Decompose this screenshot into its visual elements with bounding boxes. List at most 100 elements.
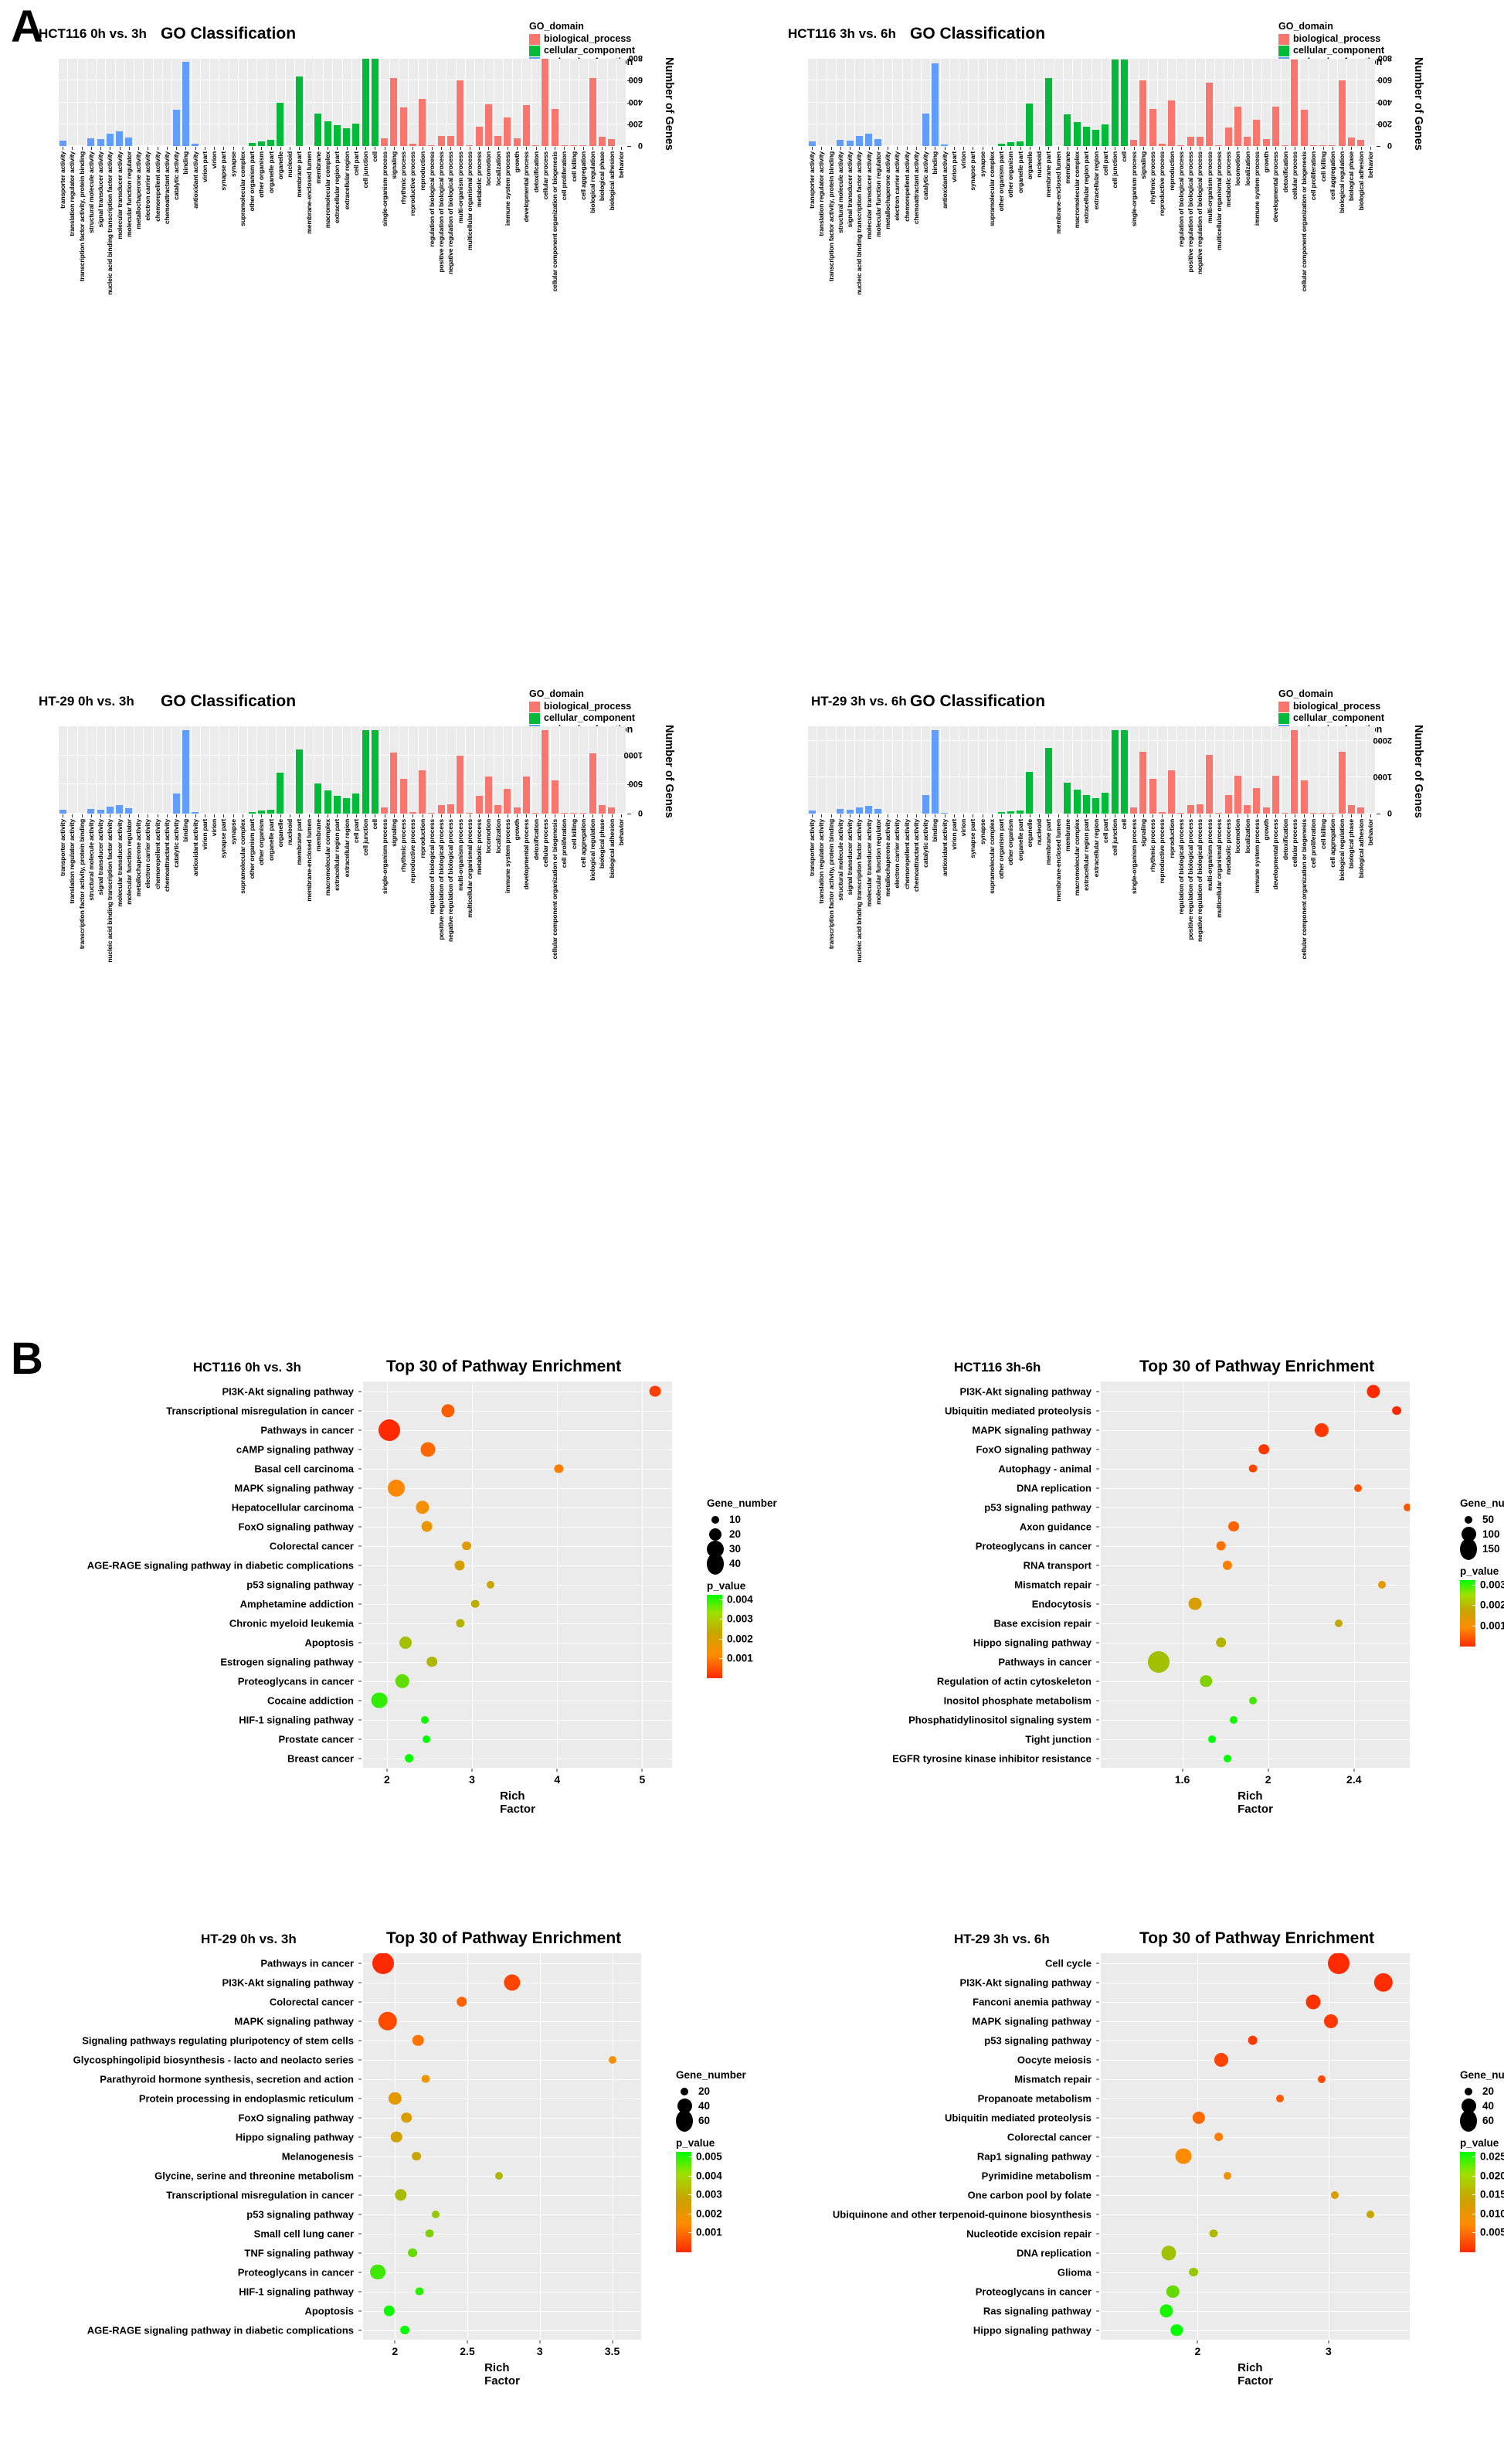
gridline [256,726,258,814]
pathway-xtick-label: 2 [1265,1773,1271,1786]
go-bar [579,813,587,814]
tick-mark [1162,147,1163,150]
pathway-xtick-label: 2 [1194,2345,1201,2357]
tick-mark [1322,814,1324,817]
go-bar [1168,770,1176,814]
tick-mark [358,1391,362,1392]
go-ytick-label: 2000 [1373,735,1392,745]
go-xtick-label: other organism part [997,151,1006,212]
go-xtick-label: rhythmic process [1149,819,1157,872]
tick-mark [991,814,993,817]
go-bar [428,145,436,146]
go-legend-item-label: biological_process [544,700,632,712]
go-xtick-label: macromolecular complex [1073,819,1081,896]
go-bar [1329,813,1336,814]
pathway-dot [1215,1636,1227,1648]
go-xtick-label: transcription factor activity, protein b… [827,819,835,950]
go-xtick-label: biological adhesion [607,819,616,879]
tick-mark [1377,146,1380,147]
go-xtick-label: single-organism process [380,819,389,895]
tick-mark [878,814,879,817]
color-legend-bar: 0.005 0.004 0.003 0.002 0.001 [676,2151,746,2252]
size-legend-label: 30 [729,1543,742,1555]
pathway-ytick-label: Glioma [1057,2266,1092,2278]
go-bar [1168,100,1176,146]
go-xtick-label: immune system process [1252,151,1261,226]
gridline [379,59,381,146]
go-bar [1244,804,1251,814]
pathway-xtick-label: 4 [554,1773,561,1786]
go-legend-item-label: biological_process [544,32,632,44]
tick-mark [1096,1584,1099,1585]
go-bar [409,811,416,814]
tick-mark [963,147,965,150]
go-bar [362,730,369,814]
tick-mark [346,814,348,817]
gridline [569,726,570,814]
tick-mark [1096,2078,1099,2079]
gridline [1186,59,1187,146]
tick-mark [81,814,83,817]
tick-mark [280,147,281,150]
tick-mark [1275,814,1277,817]
tick-mark [859,147,861,150]
pathway-dot [387,1479,405,1497]
pathway-ytick-label: Phosphatidylinositol signaling system [908,1714,1092,1725]
go-bar [1026,103,1034,146]
go-xtick-label: structural molecule activity [87,819,95,901]
pathway-ytick-label: Apoptosis [304,1636,354,1648]
color-legend-tick-label: 0.003 [696,2188,722,2201]
gridline [1101,2214,1410,2215]
tick-mark [611,814,613,817]
go-xtick-label: transporter activity [808,151,817,209]
tick-mark [1142,814,1144,817]
go-xtick-label: cell killing [1319,151,1327,182]
go-xtick-label: chemorepellent activity [153,819,161,889]
tick-mark [195,814,196,817]
pathway-ytick-label: Apoptosis [304,2305,354,2316]
pathway-ytick-label: Base excision repair [993,1617,1092,1629]
gridline [901,726,903,814]
pathway-ytick-label: Cocaine addiction [267,1694,354,1706]
pathway-ytick-label: Amphetamine addiction [239,1598,354,1609]
size-legend-dot-icon [1460,2109,1477,2132]
tick-mark [897,147,898,150]
tick-mark [1353,1769,1355,1772]
go-bar [390,752,398,814]
go-xtick-label: virion part [949,819,958,850]
gridline [363,2136,641,2138]
go-xtick-label: developmental process [1271,819,1280,890]
tick-mark [166,147,168,150]
go-legend-item-label: cellular_component [544,712,636,723]
go-xtick-label: cellular component organization or bioge… [1300,151,1309,292]
tick-mark [358,2040,362,2041]
go-bar [560,145,568,146]
pathway-chart-title: Top 30 of Pathway Enrichment [386,1929,622,1947]
legend-swatch-icon [529,712,540,724]
pathway-xaxis-title: Rich Factor [1237,1789,1273,1816]
go-xtick-label: structural molecule activity [836,151,844,233]
go-xtick-label: supramolecular complex [987,819,996,894]
go-xtick-label: cell junction [362,151,370,189]
go-bar [106,134,114,146]
tick-mark [72,147,73,150]
go-bar [267,810,275,814]
pathway-xtick-label: 1.6 [1174,1773,1190,1786]
tick-mark [1048,814,1050,817]
go-xtick-label: translation regulator activity [817,819,826,904]
tick-mark [358,2233,362,2234]
go-bar [324,121,331,146]
go-xtick-label: localization [1243,151,1251,186]
gridline [531,726,532,814]
pathway-ytick-label: Ras signaling pathway [983,2305,1092,2316]
tick-mark [1322,147,1324,150]
go-bar [1092,129,1100,146]
tick-mark [1218,814,1220,817]
go-bar [457,80,464,146]
tick-mark [1266,147,1268,150]
tick-mark [233,147,234,150]
go-xtick-label: nucleic acid binding transcription facto… [855,819,864,963]
gridline [363,2214,641,2215]
go-xtick-label: localization [494,819,502,854]
go-bar [59,810,66,814]
